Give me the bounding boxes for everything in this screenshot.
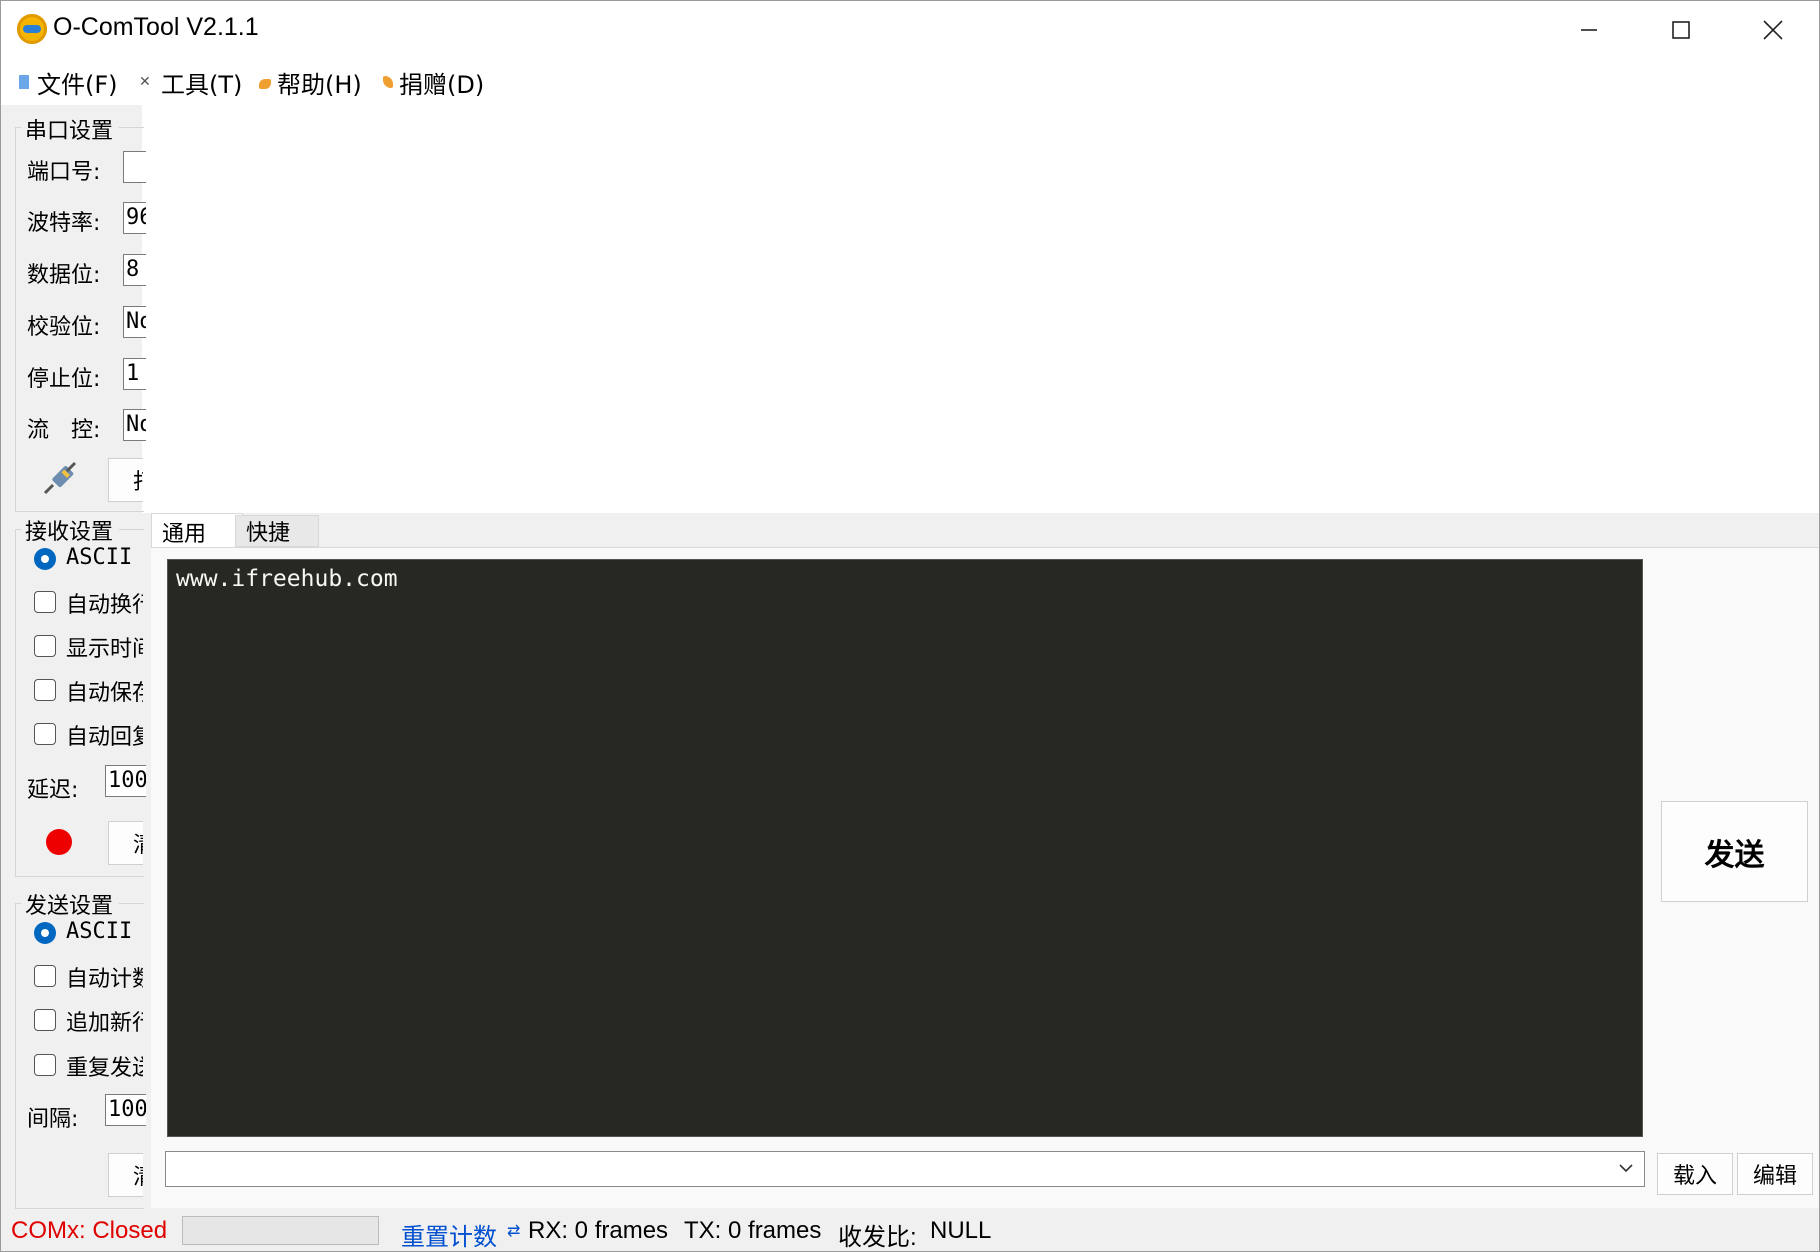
port-select[interactable] bbox=[123, 151, 146, 183]
open-port-button[interactable]: 打 bbox=[108, 458, 143, 502]
delay-input[interactable]: 100 bbox=[105, 765, 146, 797]
port-label: 端口号: bbox=[27, 160, 101, 185]
receive-console[interactable]: www.ifreehub.com bbox=[167, 559, 1643, 1137]
menu-donate-label: 捐赠(D) bbox=[399, 70, 485, 99]
file-icon bbox=[19, 75, 29, 89]
interval-label: 间隔: bbox=[27, 1107, 79, 1132]
menu-tools-label: 工具(T) bbox=[161, 70, 243, 99]
clear-receive-button[interactable]: 清 bbox=[108, 821, 143, 865]
baud-label: 波特率: bbox=[27, 211, 101, 236]
parity-label: 校验位: bbox=[27, 315, 101, 340]
serial-settings-title: 串口设置 bbox=[21, 113, 120, 145]
menu-help[interactable]: 帮助(H) bbox=[259, 65, 362, 99]
delay-label: 延迟: bbox=[27, 778, 79, 803]
app-window: O-ComTool V2.1.1 文件(F) ✕ 工具(T) 帮助(H) 捐赠(… bbox=[0, 0, 1820, 1252]
auto-reply-checkbox[interactable] bbox=[34, 723, 56, 745]
send-input-combo[interactable] bbox=[165, 1151, 1645, 1187]
menu-bar: 文件(F) ✕ 工具(T) 帮助(H) 捐赠(D) bbox=[1, 59, 1819, 105]
menu-help-label: 帮助(H) bbox=[277, 70, 362, 99]
receive-settings-title: 接收设置 bbox=[21, 514, 120, 546]
auto-wrap-label: 自动换行 bbox=[66, 593, 143, 618]
menu-file[interactable]: 文件(F) bbox=[19, 65, 118, 99]
auto-save-checkbox[interactable] bbox=[34, 679, 56, 701]
top-panel bbox=[142, 105, 1819, 513]
refresh-icon[interactable]: ⇄ bbox=[507, 1221, 520, 1241]
chevron-down-icon[interactable] bbox=[1618, 1162, 1634, 1174]
close-button[interactable] bbox=[1727, 1, 1819, 59]
minimize-icon bbox=[1581, 29, 1597, 31]
status-bar: COMx: Closed 重置计数 ⇄ RX: 0 frames TX: 0 f… bbox=[1, 1211, 1819, 1251]
menu-tools[interactable]: ✕ 工具(T) bbox=[139, 65, 242, 99]
reset-count-link[interactable]: 重置计数 bbox=[401, 1217, 497, 1251]
stopbits-select[interactable]: 1 bbox=[123, 358, 146, 390]
interval-input[interactable]: 100 bbox=[105, 1094, 146, 1126]
show-time-label: 显示时间 bbox=[66, 637, 143, 662]
auto-count-checkbox[interactable] bbox=[34, 965, 56, 987]
baud-select[interactable]: 96 bbox=[123, 202, 146, 234]
receive-ascii-radio[interactable] bbox=[34, 548, 56, 570]
auto-count-label: 自动计数 bbox=[66, 967, 143, 992]
ratio-value: NULL bbox=[930, 1217, 992, 1244]
send-ascii-label: ASCII bbox=[66, 919, 133, 944]
edit-button[interactable]: 编辑 bbox=[1737, 1153, 1813, 1195]
auto-save-label: 自动保存 bbox=[66, 681, 143, 706]
close-icon bbox=[1763, 20, 1783, 40]
flow-select[interactable]: No bbox=[123, 409, 146, 441]
ratio-label: 收发比: bbox=[838, 1224, 917, 1251]
repeat-send-label: 重复发送 bbox=[66, 1056, 143, 1081]
tx-counter: TX: 0 frames bbox=[684, 1217, 822, 1244]
rx-counter: RX: 0 frames bbox=[528, 1217, 669, 1244]
tools-icon: ✕ bbox=[139, 74, 151, 90]
auto-reply-label: 自动回复 bbox=[66, 725, 143, 750]
databits-select[interactable]: 8 bbox=[123, 254, 146, 286]
send-button[interactable]: 发送 bbox=[1661, 801, 1808, 902]
menu-donate[interactable]: 捐赠(D) bbox=[383, 65, 484, 99]
databits-label: 数据位: bbox=[27, 263, 101, 288]
progress-bar bbox=[182, 1216, 379, 1245]
show-time-checkbox[interactable] bbox=[34, 635, 56, 657]
port-status: COMx: Closed bbox=[11, 1217, 168, 1244]
append-newline-label: 追加新行 bbox=[66, 1011, 143, 1036]
help-icon bbox=[259, 79, 271, 89]
console-text: www.ifreehub.com bbox=[176, 566, 398, 592]
flow-label: 流 控: bbox=[27, 418, 101, 443]
tab-general[interactable]: 通用 bbox=[151, 513, 243, 549]
repeat-send-checkbox[interactable] bbox=[34, 1054, 56, 1076]
record-icon[interactable] bbox=[46, 829, 72, 855]
receive-ascii-label: ASCII bbox=[66, 545, 133, 570]
window-title: O-ComTool V2.1.1 bbox=[53, 13, 259, 41]
stopbits-label: 停止位: bbox=[27, 367, 101, 392]
plug-icon[interactable] bbox=[41, 459, 79, 497]
send-settings-title: 发送设置 bbox=[21, 888, 120, 920]
parity-select[interactable]: No bbox=[123, 306, 146, 338]
clear-send-button[interactable]: 清 bbox=[108, 1153, 143, 1197]
minimize-button[interactable] bbox=[1543, 1, 1635, 59]
append-newline-checkbox[interactable] bbox=[34, 1009, 56, 1031]
app-icon bbox=[17, 14, 47, 44]
auto-wrap-checkbox[interactable] bbox=[34, 591, 56, 613]
donate-icon bbox=[383, 76, 393, 88]
load-button[interactable]: 载入 bbox=[1657, 1153, 1733, 1195]
maximize-icon bbox=[1672, 21, 1690, 39]
menu-file-label: 文件(F) bbox=[37, 70, 118, 99]
tab-shortcuts[interactable]: 快捷 bbox=[235, 515, 319, 547]
title-bar[interactable]: O-ComTool V2.1.1 bbox=[1, 1, 1819, 59]
send-ascii-radio[interactable] bbox=[34, 922, 56, 944]
maximize-button[interactable] bbox=[1635, 1, 1727, 59]
